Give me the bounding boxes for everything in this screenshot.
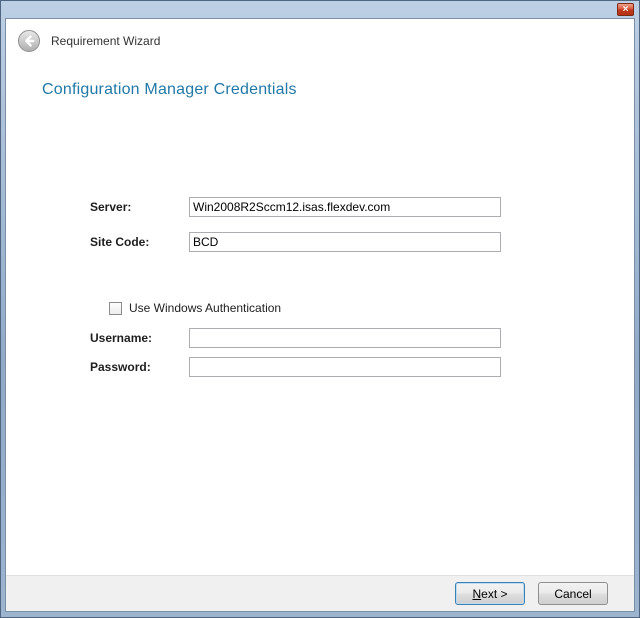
cancel-button[interactable]: Cancel — [538, 582, 608, 605]
next-button[interactable]: Next > — [455, 582, 525, 605]
password-row: Password: — [90, 357, 501, 377]
server-label: Server: — [90, 200, 189, 214]
next-button-accel: N — [472, 587, 481, 601]
windows-auth-row: Use Windows Authentication — [109, 301, 281, 315]
username-row: Username: — [90, 328, 501, 348]
site-code-input[interactable] — [189, 232, 501, 252]
next-button-rest: ext > — [481, 587, 507, 601]
title-bar: × — [5, 1, 635, 18]
server-input[interactable] — [189, 197, 501, 217]
main-panel: Configuration Manager Credentials Server… — [6, 63, 634, 575]
site-code-row: Site Code: — [90, 232, 501, 252]
username-input[interactable] — [189, 328, 501, 348]
wizard-window: × Requirement Wizard Configuration Manag… — [0, 0, 640, 618]
wizard-title: Requirement Wizard — [51, 34, 160, 48]
username-label: Username: — [90, 331, 189, 345]
windows-auth-label[interactable]: Use Windows Authentication — [129, 301, 281, 315]
password-label: Password: — [90, 360, 189, 374]
site-code-label: Site Code: — [90, 235, 189, 249]
back-button[interactable] — [17, 29, 41, 53]
close-icon[interactable]: × — [617, 3, 634, 16]
window-content: Requirement Wizard Configuration Manager… — [5, 18, 635, 612]
wizard-header: Requirement Wizard — [6, 19, 634, 63]
password-input[interactable] — [189, 357, 501, 377]
page-title: Configuration Manager Credentials — [42, 81, 297, 99]
windows-auth-checkbox[interactable] — [109, 302, 122, 315]
server-row: Server: — [90, 197, 501, 217]
footer-bar: Next > Cancel — [6, 575, 634, 611]
